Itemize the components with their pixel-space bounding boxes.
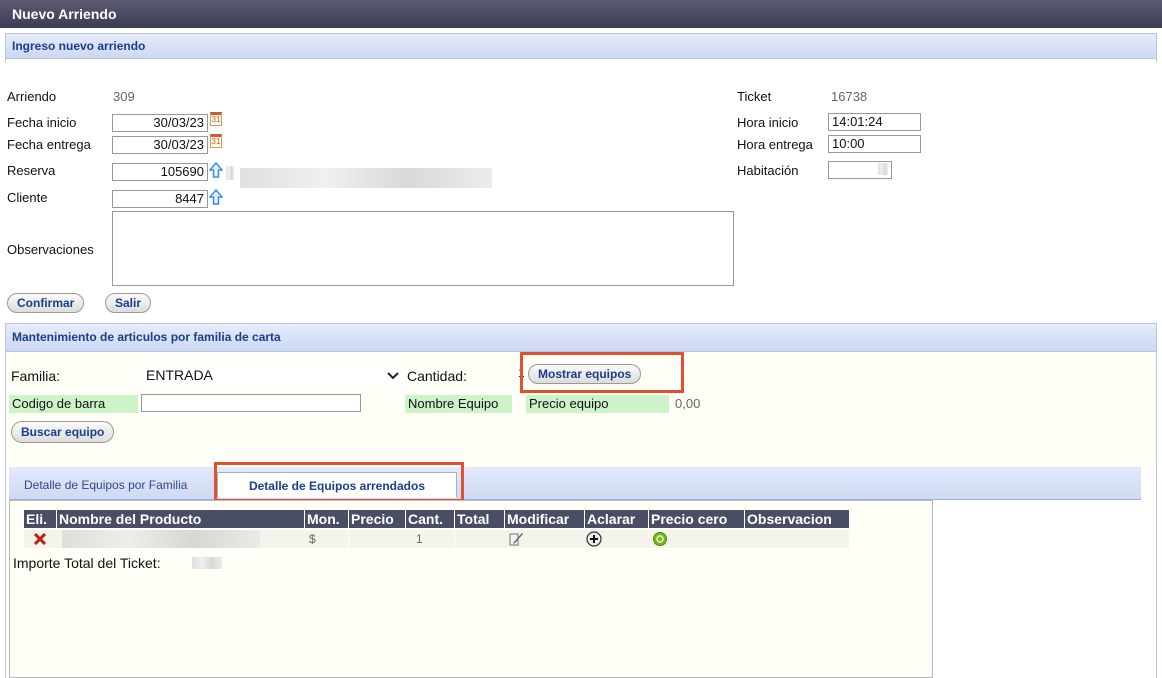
cell-cant: 1	[406, 530, 455, 548]
col-precio-cero: Precio cero	[649, 510, 745, 528]
right-empty-area	[933, 500, 1141, 678]
ticket-value: 16738	[831, 89, 868, 104]
add-circle-icon[interactable]	[586, 531, 602, 547]
familia-select[interactable]: ENTRADA	[141, 366, 405, 386]
precio-equipo-label: Precio equipo	[526, 395, 669, 413]
hora-entrega-label: Hora entrega	[737, 137, 813, 152]
tab-equipos-por-familia[interactable]: Detalle de Equipos por Familia	[16, 472, 195, 498]
cell-mon: $	[305, 530, 349, 548]
arrow-up-icon[interactable]	[209, 162, 223, 178]
redacted-text	[226, 166, 234, 180]
calendar-icon[interactable]: 31	[210, 112, 222, 126]
arriendo-value: 309	[113, 89, 135, 104]
redacted-text	[240, 168, 492, 188]
observaciones-textarea[interactable]	[112, 211, 734, 286]
familia-label: Familia:	[11, 368, 61, 384]
buscar-equipo-button[interactable]: Buscar equipo	[11, 421, 115, 443]
reserva-field[interactable]: 105690	[112, 163, 208, 181]
nombre-equipo-label: Nombre Equipo	[405, 395, 512, 413]
redacted-product-name	[62, 530, 260, 548]
chevron-down-icon	[387, 372, 399, 380]
col-precio: Precio	[349, 510, 406, 528]
col-nombre: Nombre del Producto	[57, 510, 305, 528]
fecha-entrega-label: Fecha entrega	[7, 137, 91, 152]
col-observacion: Observacion	[747, 511, 832, 527]
cantidad-label: Cantidad:	[407, 368, 467, 384]
arrow-up-icon[interactable]	[209, 189, 223, 205]
hora-inicio-label: Hora inicio	[737, 115, 799, 130]
importe-total-label: Importe Total del Ticket:	[13, 555, 161, 571]
col-cant: Cant.	[406, 510, 455, 528]
precio-equipo-value: 0,00	[675, 396, 701, 411]
table-row: $ 1	[24, 530, 849, 548]
codigo-barra-label: Codigo de barra	[9, 395, 138, 413]
window-title: Nuevo Arriendo	[0, 0, 1162, 28]
ticket-label: Ticket	[737, 89, 772, 104]
cliente-label: Cliente	[7, 190, 48, 205]
salir-button[interactable]: Salir	[105, 293, 152, 313]
fecha-entrega-field[interactable]: 30/03/23	[112, 136, 208, 154]
mantenimiento-header: Mantenimiento de articulos por familia d…	[6, 324, 1156, 352]
ingreso-header: Ingreso nuevo arriendo	[6, 34, 1156, 59]
redacted-total	[192, 557, 222, 569]
col-mon: Mon.	[305, 510, 349, 528]
edit-icon[interactable]	[508, 531, 524, 547]
codigo-barra-input[interactable]	[141, 394, 361, 412]
col-eli: Eli.	[24, 510, 57, 528]
table-header: Eli. Nombre del Producto Mon. Precio Can…	[24, 510, 849, 528]
col-total: Total	[455, 510, 505, 528]
hora-inicio-field[interactable]: 14:01:24	[828, 113, 921, 131]
arriendo-label: Arriendo	[7, 89, 57, 104]
fecha-inicio-label: Fecha inicio	[7, 115, 77, 130]
cliente-field[interactable]: 8447	[112, 190, 208, 208]
highlight-box	[214, 462, 464, 502]
familia-select-value: ENTRADA	[146, 367, 213, 383]
calendar-icon[interactable]: 31	[210, 134, 222, 148]
observaciones-label: Observaciones	[7, 242, 94, 257]
confirmar-button[interactable]: Confirmar	[7, 293, 85, 313]
reserva-label: Reserva	[7, 163, 56, 178]
delete-icon[interactable]	[34, 533, 46, 545]
col-aclarar: Aclarar	[585, 510, 649, 528]
fecha-inicio-field[interactable]: 30/03/23	[112, 114, 208, 132]
col-modificar: Modificar	[505, 510, 585, 528]
highlight-box	[520, 352, 684, 393]
hora-entrega-field[interactable]: 10:00	[828, 135, 921, 153]
habitacion-label: Habitación	[737, 163, 799, 178]
zero-price-icon[interactable]	[653, 532, 667, 546]
redacted-text	[878, 163, 888, 175]
